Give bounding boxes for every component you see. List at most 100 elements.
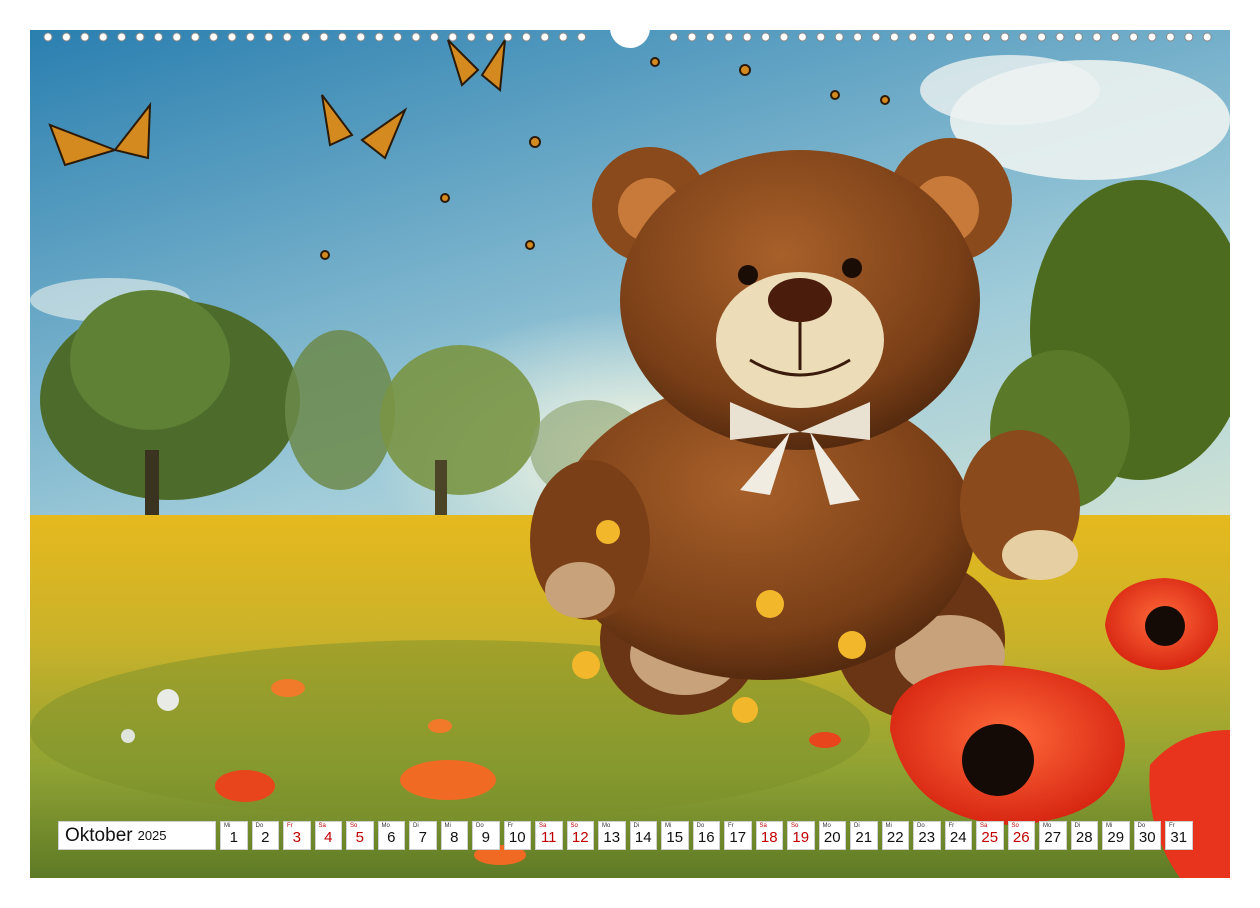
- binding-hole: [1165, 32, 1175, 42]
- day-number: 22: [886, 829, 904, 846]
- day-number: 17: [729, 829, 747, 846]
- binding-hole: [834, 32, 844, 42]
- day-cell: So 19: [787, 821, 815, 850]
- binding-hole: [687, 32, 697, 42]
- day-number: 26: [1012, 829, 1030, 846]
- binding-hole: [153, 32, 163, 42]
- binding-hole: [190, 32, 200, 42]
- day-cell: Sa 4: [314, 821, 342, 850]
- day-number: 21: [855, 829, 873, 846]
- binding-hole: [577, 32, 587, 42]
- day-number: 18: [760, 829, 778, 846]
- day-cell: Mo 27: [1039, 821, 1067, 850]
- binding-hole: [779, 32, 789, 42]
- binding-hole: [448, 32, 458, 42]
- binding-hole: [337, 32, 347, 42]
- binding-hole: [301, 32, 311, 42]
- day-cell: Sa 18: [755, 821, 783, 850]
- day-number: 10: [508, 829, 526, 846]
- day-cell: Mo 13: [598, 821, 626, 850]
- day-cell: Mi 22: [881, 821, 909, 850]
- month-name: Oktober: [65, 824, 133, 846]
- binding-hole: [558, 32, 568, 42]
- binding-hole: [724, 32, 734, 42]
- binding-hole: [981, 32, 991, 42]
- day-number: 23: [918, 829, 936, 846]
- day-cell: Sa 25: [976, 821, 1004, 850]
- day-number: 5: [355, 829, 364, 846]
- day-cell: Di 28: [1070, 821, 1098, 850]
- binding-hole: [926, 32, 936, 42]
- day-number: 13: [603, 829, 621, 846]
- binding-hole: [1000, 32, 1010, 42]
- day-cell: Fr 31: [1165, 821, 1193, 850]
- binding-hole: [1018, 32, 1028, 42]
- binding-hole: [889, 32, 899, 42]
- day-cell: Fr 10: [503, 821, 531, 850]
- binding-hole: [963, 32, 973, 42]
- day-number: 16: [697, 829, 715, 846]
- day-cell: Mi 29: [1102, 821, 1130, 850]
- day-cell: Do 23: [913, 821, 941, 850]
- day-number: 7: [418, 829, 427, 846]
- day-cell: Fr 24: [944, 821, 972, 850]
- binding-hole: [264, 32, 274, 42]
- day-cell: So 12: [566, 821, 594, 850]
- day-cell: Fr 3: [283, 821, 311, 850]
- day-number: 24: [949, 829, 967, 846]
- day-number: 3: [292, 829, 301, 846]
- day-cell: Mi 15: [661, 821, 689, 850]
- day-number: 12: [571, 829, 589, 846]
- binding-hole: [540, 32, 550, 42]
- day-number: 31: [1170, 829, 1188, 846]
- hanger-notch-icon: [610, 28, 650, 48]
- binding-hole: [1129, 32, 1139, 42]
- day-number: 30: [1138, 829, 1156, 846]
- month-label: Oktober 2025: [58, 821, 216, 850]
- day-cell: Mi 8: [440, 821, 468, 850]
- calendar-strip: Oktober 2025 Mi 1 Do 2 Fr 3 Sa 4 So 5 Mo 6 Di 7 Mi 8 Do 9…: [58, 821, 1197, 850]
- binding-hole: [393, 32, 403, 42]
- binding-hole: [61, 32, 71, 42]
- binding-hole: [429, 32, 439, 42]
- day-number: 11: [540, 829, 557, 846]
- day-number: 9: [481, 829, 490, 846]
- day-list: Mi 1 Do 2 Fr 3 Sa 4 So 5 Mo 6 Di 7 Mi 8 Do 9 Fr 10 Sa 11 So 12 M…: [220, 821, 1197, 850]
- binding-hole: [908, 32, 918, 42]
- day-number: 25: [981, 829, 999, 846]
- binding-hole: [705, 32, 715, 42]
- binding-hole: [521, 32, 531, 42]
- month-year: 2025: [137, 828, 167, 843]
- day-cell: So 5: [346, 821, 374, 850]
- binding-hole: [761, 32, 771, 42]
- binding-hole: [135, 32, 145, 42]
- day-cell: Di 7: [409, 821, 437, 850]
- binding-hole: [1147, 32, 1157, 42]
- day-cell: Di 14: [629, 821, 657, 850]
- binding-hole: [356, 32, 366, 42]
- weekday-abbrev: Fr: [287, 823, 293, 829]
- binding-hole: [871, 32, 881, 42]
- day-number: 27: [1044, 829, 1062, 846]
- day-number: 15: [666, 829, 684, 846]
- spiral-binding: [43, 28, 1212, 48]
- binding-hole: [245, 32, 255, 42]
- weekday-abbrev: Di: [413, 823, 419, 829]
- binding-hole: [466, 32, 476, 42]
- day-cell: Do 30: [1133, 821, 1161, 850]
- day-cell: Di 21: [850, 821, 878, 850]
- binding-hole: [319, 32, 329, 42]
- day-number: 2: [261, 829, 270, 846]
- binding-hole: [227, 32, 237, 42]
- day-cell: Mo 6: [377, 821, 405, 850]
- binding-hole: [1073, 32, 1083, 42]
- day-cell: Fr 17: [724, 821, 752, 850]
- day-number: 1: [229, 829, 238, 846]
- day-number: 14: [634, 829, 652, 846]
- day-number: 8: [450, 829, 459, 846]
- binding-hole: [1055, 32, 1065, 42]
- day-number: 29: [1107, 829, 1125, 846]
- binding-hole: [853, 32, 863, 42]
- day-cell: Do 9: [472, 821, 500, 850]
- day-number: 28: [1075, 829, 1093, 846]
